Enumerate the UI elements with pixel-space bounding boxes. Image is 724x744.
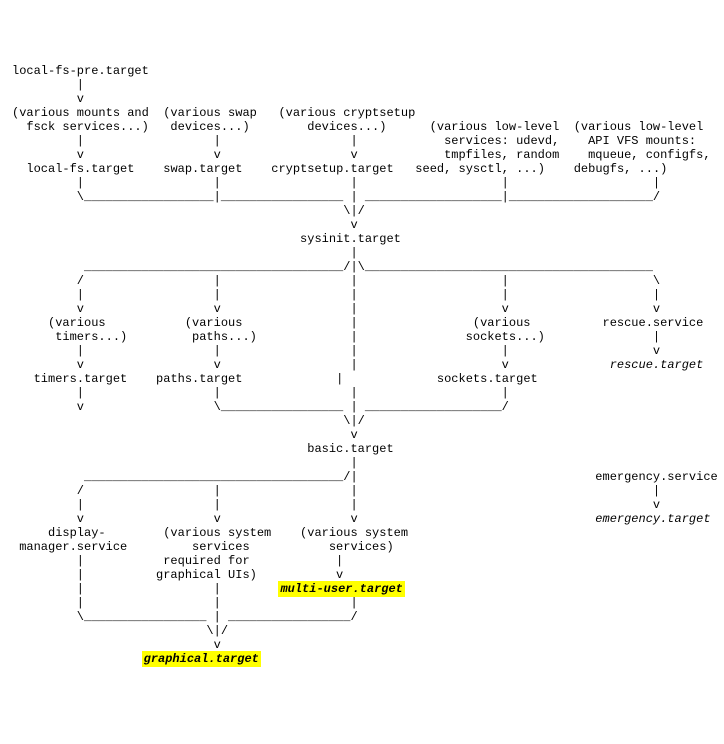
node-cryptsetup: cryptsetup.target [271, 162, 393, 176]
node-multi-user: multi-user.target [278, 581, 404, 597]
node-swap: swap.target [163, 162, 242, 176]
node-local-fs-pre: local-fs-pre.target [12, 64, 149, 78]
node-local-fs: local-fs.target [26, 162, 134, 176]
node-paths: paths.target [156, 372, 242, 386]
node-timers: timers.target [34, 372, 128, 386]
node-sockets: sockets.target [437, 372, 538, 386]
node-sysinit: sysinit.target [300, 232, 401, 246]
node-basic: basic.target [307, 442, 393, 456]
systemd-bootup-diagram: local-fs-pre.target | v (various mounts … [12, 64, 712, 666]
node-rescue: rescue.target [610, 358, 704, 372]
node-graphical: graphical.target [142, 651, 261, 667]
node-rescue-svc: rescue.service [603, 316, 704, 330]
node-emergency: emergency.target [595, 512, 710, 526]
node-emergency-svc: emergency.service [595, 470, 717, 484]
